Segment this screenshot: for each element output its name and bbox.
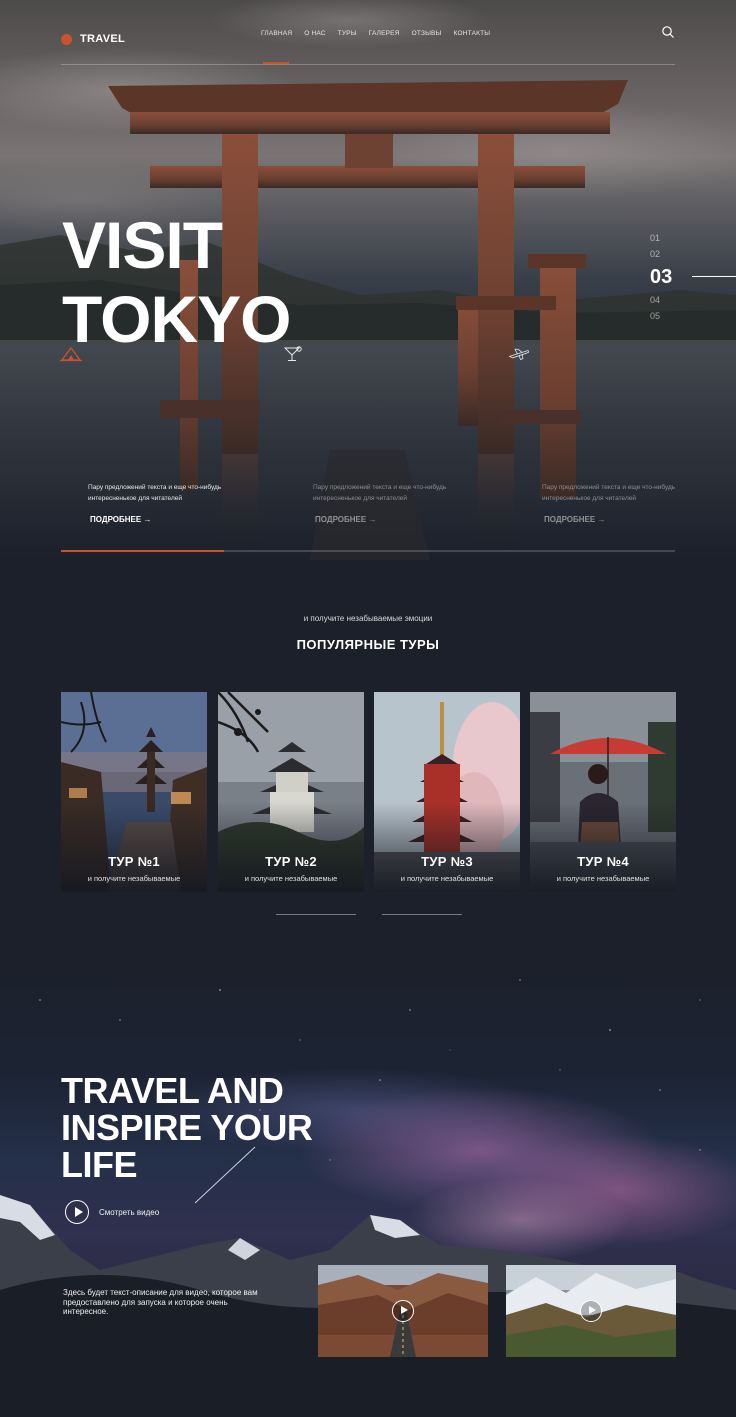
tours-title: ПОПУЛЯРНЫЕ ТУРЫ bbox=[296, 637, 440, 652]
video-title-line-1: TRAVEL AND bbox=[61, 1070, 284, 1111]
play-icon[interactable] bbox=[65, 1200, 89, 1224]
airplane-icon bbox=[508, 348, 530, 360]
slide-number[interactable]: 02 bbox=[650, 246, 736, 262]
tours-carousel: ТУР №1 и получите незабываемые ТУР №2 и … bbox=[61, 692, 676, 892]
top-navigation: TRAVEL ГЛАВНАЯ О НАС ТУРЫ ГАЛЕРЕЯ ОТЗЫВЫ… bbox=[61, 25, 675, 65]
search-icon[interactable] bbox=[661, 25, 675, 39]
tour-card-1[interactable]: ТУР №1 и получите незабываемые bbox=[61, 692, 207, 892]
thumbnail-play-icon[interactable] bbox=[580, 1300, 602, 1322]
feature-text: Пару предложений текста и еще что-нибудь… bbox=[542, 484, 676, 502]
tour-card-4[interactable]: ТУР №4 и получите незабываемые bbox=[530, 692, 676, 892]
video-title-line-2: INSPIRE YOUR bbox=[61, 1107, 313, 1148]
menu-item-contacts[interactable]: КОНТАКТЫ bbox=[454, 30, 491, 37]
nav-divider bbox=[61, 64, 675, 65]
tour-card-2[interactable]: ТУР №2 и получите незабываемые bbox=[218, 692, 364, 892]
video-title: TRAVEL AND INSPIRE YOUR LIFE bbox=[61, 1070, 313, 1185]
slide-number[interactable]: 04 bbox=[650, 292, 736, 308]
video-thumbnail-2[interactable] bbox=[506, 1265, 676, 1357]
watch-video-button[interactable]: Смотреть видео bbox=[65, 1200, 159, 1224]
decorative-slash bbox=[195, 1146, 256, 1204]
menu-item-tours[interactable]: ТУРЫ bbox=[338, 30, 357, 37]
hero-section: TRAVEL ГЛАВНАЯ О НАС ТУРЫ ГАЛЕРЕЯ ОТЗЫВЫ… bbox=[0, 0, 736, 560]
video-description: Здесь будет текст-описание для видео, ко… bbox=[63, 1288, 258, 1316]
feature-text: Пару предложений текста и еще что-нибудь… bbox=[88, 484, 222, 502]
logo-dot-icon bbox=[61, 33, 72, 45]
watch-video-label: Смотреть видео bbox=[99, 1207, 160, 1217]
menu-item-reviews[interactable]: ОТЗЫВЫ bbox=[412, 30, 442, 37]
video-thumbnail-1[interactable] bbox=[318, 1265, 488, 1357]
read-more-link[interactable]: ПОДРОБНЕЕ → bbox=[90, 515, 258, 524]
tour-subtitle: и получите незабываемые bbox=[87, 874, 181, 883]
tour-subtitle: и получите незабываемые bbox=[400, 874, 494, 883]
hero-feature-3: Пару предложений текста и еще что-нибудь… bbox=[542, 482, 712, 524]
hero-title-line-1: VISIT bbox=[62, 208, 223, 282]
logo-text: TRAVEL bbox=[80, 33, 125, 45]
thumbnail-play-icon[interactable] bbox=[392, 1300, 414, 1322]
carousel-prev-arrow[interactable] bbox=[276, 914, 356, 915]
tour-title: ТУР №2 bbox=[265, 854, 317, 869]
tours-subtitle: и получите незабываемые эмоции bbox=[303, 614, 433, 623]
hero-title: VISIT TOKYO bbox=[62, 208, 291, 356]
logo[interactable]: TRAVEL bbox=[61, 33, 125, 45]
main-menu: ГЛАВНАЯ О НАС ТУРЫ ГАЛЕРЕЯ ОТЗЫВЫ КОНТАК… bbox=[261, 30, 490, 37]
menu-item-gallery[interactable]: ГАЛЕРЕЯ bbox=[369, 30, 400, 37]
slide-number-active[interactable]: 03 bbox=[650, 262, 736, 292]
cocktail-icon bbox=[283, 346, 302, 361]
hero-feature-1: Пару предложений текста и еще что-нибудь… bbox=[88, 482, 258, 524]
feature-text: Пару предложений текста и еще что-нибудь… bbox=[313, 484, 447, 502]
active-slide-line bbox=[692, 276, 736, 277]
hero-feature-2: Пару предложений текста и еще что-нибудь… bbox=[313, 482, 483, 524]
carousel-next-arrow[interactable] bbox=[382, 914, 462, 915]
tour-subtitle: и получите незабываемые bbox=[244, 874, 338, 883]
slide-number[interactable]: 01 bbox=[650, 230, 736, 246]
menu-item-home[interactable]: ГЛАВНАЯ bbox=[261, 30, 292, 37]
tour-title: ТУР №4 bbox=[577, 854, 629, 869]
slide-progress-bar bbox=[61, 550, 675, 552]
slide-pagination: 01 02 03 04 05 bbox=[650, 230, 736, 324]
slide-number[interactable]: 05 bbox=[650, 308, 736, 324]
slide-progress-fill bbox=[61, 550, 224, 552]
menu-item-about[interactable]: О НАС bbox=[304, 30, 325, 37]
tour-card-3[interactable]: ТУР №3 и получите незабываемые bbox=[374, 692, 520, 892]
camping-tent-icon bbox=[60, 346, 82, 362]
tour-title: ТУР №3 bbox=[421, 854, 473, 869]
video-title-line-3: LIFE bbox=[61, 1144, 138, 1185]
read-more-link[interactable]: ПОДРОБНЕЕ → bbox=[544, 515, 712, 524]
hero-title-line-2: TOKYO bbox=[62, 282, 291, 356]
tour-title: ТУР №1 bbox=[108, 854, 160, 869]
tour-subtitle: и получите незабываемые bbox=[556, 874, 650, 883]
read-more-link[interactable]: ПОДРОБНЕЕ → bbox=[315, 515, 483, 524]
